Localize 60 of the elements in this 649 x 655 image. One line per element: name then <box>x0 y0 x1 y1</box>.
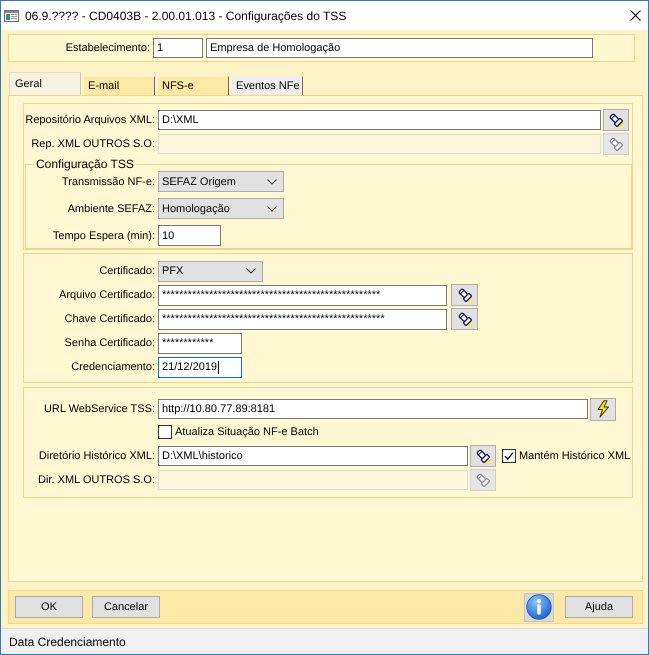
ok-button[interactable]: OK <box>15 596 83 618</box>
dropdown[interactable]: SEFAZ Origem <box>158 171 284 192</box>
field-label: Repositório Arquivos XML: <box>24 114 156 126</box>
info-icon <box>526 594 552 620</box>
flashlight-icon <box>608 112 624 128</box>
status-text: Data Credenciamento <box>9 634 126 648</box>
browse-button[interactable] <box>603 109 629 131</box>
flashlight-icon <box>456 287 472 303</box>
checkbox-label[interactable]: Mantém Histórico XML <box>519 450 630 462</box>
field-label: Rep. XML OUTROS S.O: <box>30 138 156 150</box>
close-icon <box>630 10 640 21</box>
field-label: Estabelecimento: <box>64 42 151 54</box>
flashlight-icon <box>475 448 491 464</box>
input-field[interactable]: ************ <box>158 332 242 354</box>
input-field[interactable]: D:\XML <box>158 110 601 130</box>
field-label: URL WebService TSS: <box>42 403 156 415</box>
input-field[interactable]: Empresa de Homologação <box>206 38 593 58</box>
browse-button[interactable] <box>451 308 478 330</box>
input-field[interactable]: 1 <box>153 38 203 58</box>
field-label: Ambiente SEFAZ: <box>66 202 156 214</box>
field-label: Chave Certificado: <box>64 313 156 325</box>
field-label: Diretório Histórico XML: <box>38 450 156 462</box>
browse-button[interactable] <box>451 284 478 306</box>
info-button[interactable] <box>524 592 554 622</box>
field-label: Tempo Espera (min): <box>52 230 156 242</box>
checkbox-label[interactable]: Atualiza Situação NF-e Batch <box>175 426 319 438</box>
field-label: Arquivo Certificado: <box>58 289 156 301</box>
chevron-down-icon <box>267 206 277 212</box>
input-field[interactable]: D:\XML\historico <box>158 446 468 466</box>
chevron-down-icon <box>267 178 277 184</box>
browse-button[interactable] <box>470 445 496 467</box>
tab[interactable]: NFS-e <box>157 76 229 95</box>
help-button[interactable]: Ajuda <box>565 596 633 618</box>
input-field[interactable]: **************************************************** <box>158 308 447 330</box>
dropdown[interactable]: Homologação <box>158 198 284 219</box>
window-icon <box>4 10 19 22</box>
action-button[interactable] <box>590 398 616 420</box>
tab[interactable]: Eventos NFe <box>231 76 303 95</box>
tab[interactable]: Geral <box>9 72 81 95</box>
flashlight-icon <box>475 472 491 488</box>
window-title: 06.9.???? - CD0403B - 2.00.01.013 - Configurações do TSS <box>25 8 348 22</box>
field-label: Senha Certificado: <box>64 337 156 349</box>
flashlight-icon <box>456 311 472 327</box>
field-label: Dir. XML OUTROS S.O: <box>37 474 156 486</box>
input-field[interactable]: http://10.80.77.89:8181 <box>158 399 588 419</box>
input-field[interactable]: 21/12/2019 <box>158 356 242 378</box>
dropdown[interactable]: PFX <box>158 260 263 282</box>
flashlight-icon <box>608 136 624 152</box>
checkbox[interactable] <box>158 425 172 439</box>
tab[interactable]: E-mail <box>83 76 155 95</box>
field-label: Certificado: <box>98 265 156 277</box>
chevron-down-icon <box>246 268 256 274</box>
input-field[interactable]: *************************************************** <box>158 284 447 306</box>
lightning-icon <box>596 400 610 418</box>
input-field[interactable]: 10 <box>158 225 221 246</box>
field-label: Transmissão NF-e: <box>60 176 156 188</box>
checkbox[interactable] <box>502 449 516 463</box>
field-label: Credenciamento: <box>70 361 156 373</box>
group-title: Configuração TSS <box>35 158 135 171</box>
cancel-button[interactable]: Cancelar <box>92 596 160 618</box>
